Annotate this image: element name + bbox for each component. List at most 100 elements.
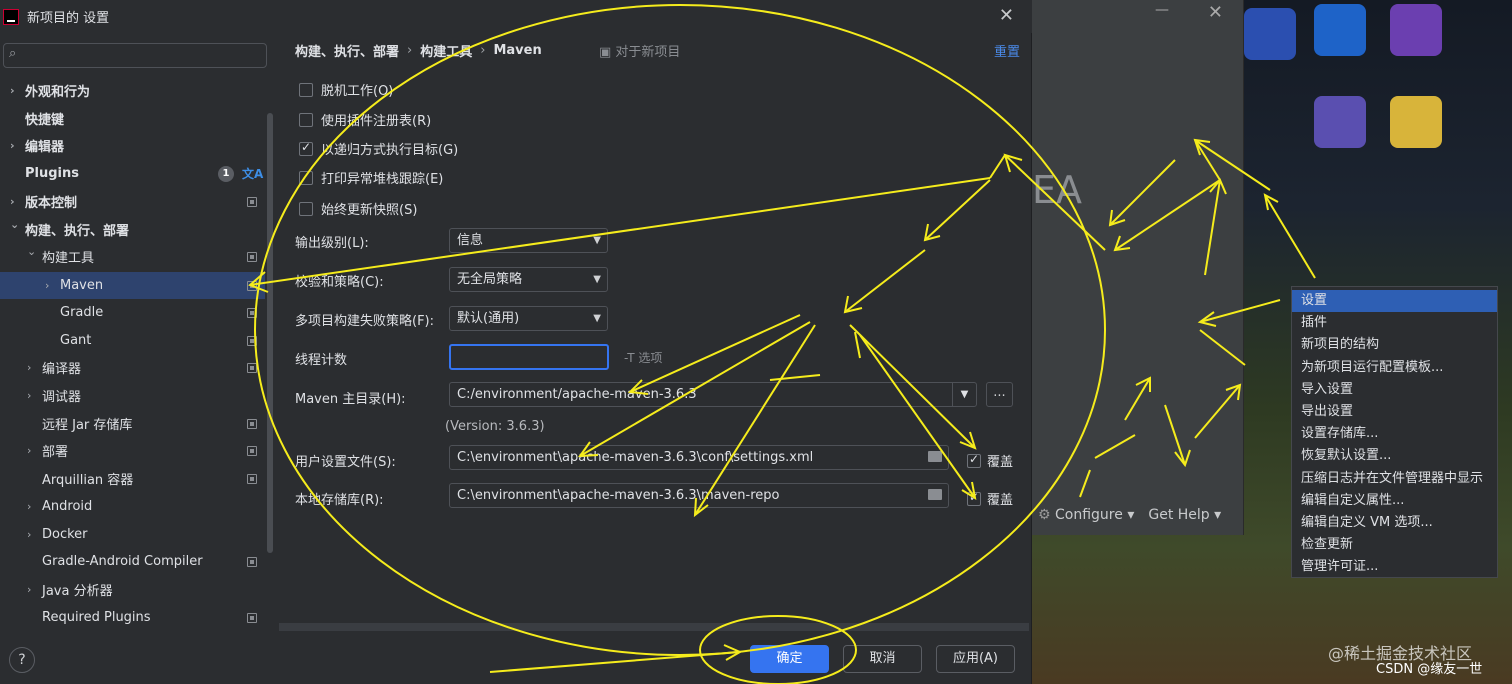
chevron-down-icon[interactable]: ▼: [952, 383, 976, 406]
panel-horizontal-scrollbar[interactable]: [279, 623, 1029, 631]
user-settings-input[interactable]: C:\environment\apache-maven-3.6.3\conf\s…: [449, 445, 949, 470]
output-level-label: 输出级别(L):: [295, 236, 369, 251]
user-settings-label: 用户设置文件(S):: [295, 455, 396, 470]
maven-home-combo[interactable]: C:/environment/apache-maven-3.6.3 ▼: [449, 382, 977, 407]
visual-studio-icon[interactable]: [1390, 4, 1442, 56]
sidebar-item-arquillian[interactable]: Arquillian 容器: [0, 465, 265, 492]
breadcrumb-item: Maven: [493, 43, 542, 58]
thread-count-input[interactable]: [449, 344, 609, 370]
sidebar-item-build-execution[interactable]: ⌄ 构建、执行、部署: [0, 216, 265, 243]
local-repo-override[interactable]: 覆盖: [967, 489, 1013, 508]
menu-item-manage-licenses[interactable]: 管理许可证...: [1292, 556, 1497, 578]
menu-item-settings-repository[interactable]: 设置存储库...: [1292, 423, 1497, 445]
sidebar-item-required-plugins[interactable]: Required Plugins: [0, 604, 265, 631]
offline-checkbox[interactable]: [299, 82, 313, 97]
chevron-right-icon[interactable]: ›: [27, 583, 31, 596]
plugin-registry-checkbox-row[interactable]: 使用插件注册表(R): [299, 110, 431, 129]
search-input[interactable]: ⌕: [3, 43, 267, 68]
plugin-registry-checkbox[interactable]: [299, 112, 313, 127]
minimize-icon[interactable]: —: [1155, 2, 1169, 18]
close-icon[interactable]: ✕: [1208, 2, 1223, 23]
configure-button[interactable]: ⚙ Configure ▾: [1038, 507, 1134, 523]
dialog-titlebar[interactable]: 新项目的 设置 ✕: [0, 0, 1032, 33]
menu-item-edit-vm-options[interactable]: 编辑自定义 VM 选项...: [1292, 512, 1497, 534]
sidebar-item-gant[interactable]: Gant: [0, 327, 265, 354]
chevron-right-icon[interactable]: ›: [10, 139, 15, 152]
menu-item-check-updates[interactable]: 检查更新: [1292, 534, 1497, 556]
maven-home-browse-button[interactable]: ...: [986, 382, 1013, 407]
project-scope-icon: [247, 418, 257, 429]
menu-item-project-structure[interactable]: 新项目的结构: [1292, 334, 1497, 356]
chevron-right-icon[interactable]: ›: [27, 444, 31, 457]
chevron-right-icon[interactable]: ›: [27, 389, 31, 402]
apply-button[interactable]: 应用(A): [936, 645, 1015, 673]
checkbox-label: 以递归方式执行目标(G): [321, 143, 459, 158]
chevron-down-icon[interactable]: ⌄: [10, 218, 19, 231]
sidebar-item-gradle[interactable]: Gradle: [0, 299, 265, 326]
sidebar-item-label: Docker: [42, 527, 88, 542]
local-repo-input[interactable]: C:\environment\apache-maven-3.6.3\maven-…: [449, 483, 949, 508]
chevron-right-icon[interactable]: ›: [27, 361, 31, 374]
folder-icon[interactable]: [1390, 96, 1442, 148]
menu-item-import-settings[interactable]: 导入设置: [1292, 379, 1497, 401]
sidebar-item-gradle-android[interactable]: Gradle-Android Compiler: [0, 548, 265, 575]
output-level-value: 信息: [457, 233, 484, 248]
desktop-app-icon[interactable]: [1244, 8, 1296, 60]
offline-checkbox-row[interactable]: 脱机工作(O): [299, 80, 393, 99]
sidebar-item-remote-jar[interactable]: 远程 Jar 存储库: [0, 410, 265, 437]
sidebar-item-editor[interactable]: › 编辑器: [0, 132, 265, 159]
folder-icon[interactable]: [928, 489, 942, 500]
sidebar-item-build-tools[interactable]: ⌄ 构建工具: [0, 243, 265, 270]
vscode-icon[interactable]: [1314, 4, 1366, 56]
sidebar-item-debugger[interactable]: › 调试器: [0, 382, 265, 409]
sidebar-item-plugins[interactable]: Plugins 1 文A: [0, 160, 265, 187]
sidebar-item-compiler[interactable]: › 编译器: [0, 354, 265, 381]
chevron-right-icon[interactable]: ›: [27, 528, 31, 541]
recursive-checkbox[interactable]: [299, 140, 313, 156]
output-level-select[interactable]: 信息 ▼: [449, 228, 608, 253]
close-icon[interactable]: ✕: [999, 5, 1014, 26]
chevron-down-icon[interactable]: ⌄: [27, 245, 36, 258]
user-settings-override[interactable]: 覆盖: [967, 451, 1013, 470]
sidebar-item-java-profiler[interactable]: › Java 分析器: [0, 576, 265, 603]
multiproject-select[interactable]: 默认(通用) ▼: [449, 306, 608, 331]
sidebar-item-vcs[interactable]: › 版本控制: [0, 188, 265, 215]
sidebar-item-appearance[interactable]: › 外观和行为: [0, 77, 265, 104]
stacktrace-checkbox[interactable]: [299, 170, 313, 185]
recursive-checkbox-row[interactable]: 以递归方式执行目标(G): [299, 139, 458, 158]
sidebar-item-keymap[interactable]: 快捷键: [0, 105, 265, 132]
update-snapshots-checkbox-row[interactable]: 始终更新快照(S): [299, 199, 417, 218]
breadcrumb-item[interactable]: 构建工具: [420, 41, 472, 60]
chevron-right-icon[interactable]: ›: [10, 84, 15, 97]
help-button[interactable]: ?: [9, 647, 35, 673]
menu-item-edit-properties[interactable]: 编辑自定义属性...: [1292, 490, 1497, 512]
app-shortcut-icon[interactable]: [1314, 96, 1366, 148]
update-count-badge: 1: [218, 165, 234, 182]
sidebar-item-android[interactable]: › Android: [0, 493, 265, 520]
chevron-right-icon[interactable]: ›: [27, 500, 31, 513]
menu-item-run-config-templates[interactable]: 为新项目运行配置模板...: [1292, 357, 1497, 379]
menu-item-settings[interactable]: 设置: [1292, 290, 1497, 313]
menu-item-plugins[interactable]: 插件: [1292, 312, 1497, 334]
sidebar-item-deployment[interactable]: › 部署: [0, 437, 265, 464]
breadcrumb-item[interactable]: 构建、执行、部署: [295, 41, 399, 60]
checksum-select[interactable]: 无全局策略 ▼: [449, 267, 608, 292]
user-settings-value: C:\environment\apache-maven-3.6.3\conf\s…: [457, 450, 814, 465]
sidebar-scrollbar[interactable]: [267, 113, 273, 553]
menu-item-export-settings[interactable]: 导出设置: [1292, 401, 1497, 423]
get-help-button[interactable]: Get Help ▾: [1148, 507, 1221, 523]
override-checkbox[interactable]: [967, 490, 981, 506]
reset-link[interactable]: 重置: [994, 41, 1020, 60]
folder-icon[interactable]: [928, 451, 942, 462]
chevron-right-icon[interactable]: ›: [10, 195, 15, 208]
override-checkbox[interactable]: [967, 452, 981, 468]
ok-button[interactable]: 确定: [750, 645, 829, 673]
menu-item-restore-defaults[interactable]: 恢复默认设置...: [1292, 445, 1497, 467]
sidebar-item-maven[interactable]: › Maven: [0, 272, 265, 299]
chevron-right-icon[interactable]: ›: [45, 279, 49, 292]
cancel-button[interactable]: 取消: [843, 645, 922, 673]
update-snapshots-checkbox[interactable]: [299, 201, 313, 216]
sidebar-item-docker[interactable]: › Docker: [0, 521, 265, 548]
menu-item-compress-logs[interactable]: 压缩日志并在文件管理器中显示: [1292, 468, 1497, 490]
stacktrace-checkbox-row[interactable]: 打印异常堆栈跟踪(E): [299, 168, 443, 187]
